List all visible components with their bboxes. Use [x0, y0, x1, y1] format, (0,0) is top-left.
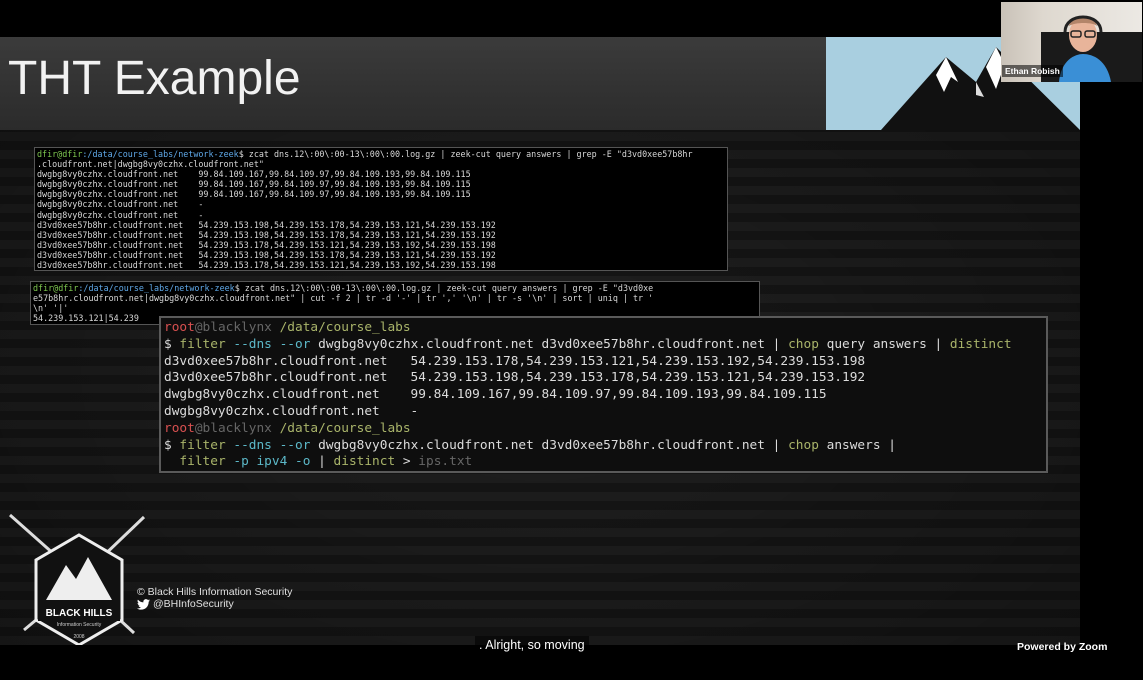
cmd-flags: -p ipv4 -o [225, 454, 311, 470]
terminal-output-row: dwgbg8vy0czhx.cloudfront.net - [37, 199, 204, 210]
cmd-chop: chop [788, 437, 819, 453]
command-continuation: e57b8hr.cloudfront.net|dwgbg8vy0czhx.clo… [33, 293, 654, 304]
terminal-output-row: d3vd0xee57b8hr.cloudfront.net 54.239.153… [164, 370, 866, 386]
prompt-host: @blacklynx [194, 320, 272, 335]
cmd-distinct: distinct [949, 336, 1012, 352]
dollar-sign: $ [164, 437, 180, 453]
cmd-flags: --dns --or [225, 437, 311, 453]
live-caption: . Alright, so moving [475, 636, 589, 654]
prompt-user-root: root [164, 320, 195, 335]
twitter-bird-icon [137, 598, 150, 610]
terminal3-command-1: $ filter --dns --or dwgbg8vy0czhx.cloudf… [164, 337, 1043, 354]
terminal-output-row: d3vd0xee57b8hr.cloudfront.net 54.239.153… [37, 260, 496, 271]
presentation-slide: THT Example dfir@dfir:/data/course_labs/… [0, 37, 1080, 645]
cmd-filter: filter [179, 454, 226, 470]
terminal2-command-line: dfir@dfir:/data/course_labs/network-zeek… [33, 283, 757, 293]
terminal1-command-line: dfir@dfir:/data/course_labs/network-zeek… [37, 149, 725, 159]
command-text: $ zcat dns.12\:00\:00-13\:00\:00.log.gz … [234, 283, 654, 293]
terminal-output-row: d3vd0xee57b8hr.cloudfront.net 54.239.153… [37, 219, 496, 230]
bhis-logo: BLACK HILLS Information Security 2008 [4, 505, 154, 645]
prompt-path: /data/course_labs [271, 420, 411, 436]
terminal3-command-2: $ filter --dns --or dwgbg8vy0czhx.cloudf… [164, 438, 1043, 455]
prompt-path: /data/course_labs [271, 320, 411, 335]
terminal-output-row: d3vd0xee57b8hr.cloudfront.net 54.239.153… [37, 239, 496, 250]
twitter-handle-text: @BHInfoSecurity [153, 598, 234, 610]
cmd-flags: --dns --or [225, 336, 311, 352]
terminal-output-row: d3vd0xee57b8hr.cloudfront.net 54.239.153… [37, 249, 496, 260]
dollar-sign: $ [164, 336, 180, 352]
terminal3-prompt-2: root@blacklynx /data/course_labs [164, 421, 1043, 438]
speaker-name-label: Ethan Robish [1002, 65, 1063, 77]
slide-title: THT Example [8, 52, 301, 105]
terminal-output-row: d3vd0xee57b8hr.cloudfront.net 54.239.153… [37, 229, 496, 240]
terminal-output-row: d3vd0xee57b8hr.cloudfront.net 54.239.153… [164, 353, 866, 369]
prompt-path: :/data/course_labs/network-zeek [82, 149, 239, 159]
terminal-window-zcat-1: dfir@dfir:/data/course_labs/network-zeek… [34, 147, 728, 271]
terminal-window-filter: root@blacklynx /data/course_labs $ filter… [159, 316, 1048, 473]
terminal-output-row: dwgbg8vy0czhx.cloudfront.net - [37, 209, 204, 220]
slide-header: THT Example [0, 37, 826, 130]
terminal-output-row: dwgbg8vy0czhx.cloudfront.net 99.84.109.1… [37, 189, 471, 200]
terminal-output-row: dwgbg8vy0czhx.cloudfront.net 99.84.109.1… [37, 179, 471, 190]
command-continuation: .cloudfront.net|dwgbg8vy0czhx.cloudfront… [37, 159, 264, 170]
twitter-handle: @BHInfoSecurity [137, 598, 234, 610]
logo-year: 2008 [73, 634, 84, 640]
cmd-redirect: > [395, 454, 419, 470]
command-text: $ zcat dns.12\:00\:00-13\:00\:00.log.gz … [238, 149, 693, 159]
prompt-path: :/data/course_labs/network-zeek [78, 283, 235, 293]
terminal-output-row: dwgbg8vy0czhx.cloudfront.net - [164, 403, 419, 419]
terminal3-command-3: filter -p ipv4 -o | distinct > ips.txt [164, 454, 1043, 471]
copyright-text: © Black Hills Information Security [137, 586, 293, 598]
output-filename: ips.txt [418, 454, 473, 470]
terminal-output-row: dwgbg8vy0czhx.cloudfront.net 99.84.109.1… [164, 387, 827, 403]
logo-text: BLACK HILLS [46, 608, 113, 619]
cmd-args: dwgbg8vy0czhx.cloudfront.net d3vd0xee57b… [310, 336, 789, 352]
powered-by-zoom-label: Powered by Zoom [1017, 641, 1108, 653]
cmd-chop-args: answers | [818, 437, 896, 453]
cmd-filter: filter [179, 437, 226, 453]
cmd-chop-args: query answers | [818, 336, 950, 352]
cmd-pipe: | [310, 454, 334, 470]
prompt-user-root: root [164, 420, 195, 436]
logo-subtext: Information Security [57, 622, 102, 628]
terminal-output-row: dwgbg8vy0czhx.cloudfront.net 99.84.109.1… [37, 169, 471, 180]
cmd-filter: filter [179, 336, 226, 352]
bhis-shield-icon: BLACK HILLS Information Security 2008 [9, 513, 146, 645]
cmd-distinct: distinct [333, 454, 396, 470]
command-continuation: \n' '|' [33, 303, 69, 314]
cmd-args: dwgbg8vy0czhx.cloudfront.net d3vd0xee57b… [310, 437, 789, 453]
prompt-user: dfir@dfir [33, 283, 79, 293]
prompt-host: @blacklynx [194, 420, 272, 436]
prompt-user: dfir@dfir [37, 149, 83, 159]
terminal3-prompt: root@blacklynx /data/course_labs [164, 320, 1043, 337]
cmd-chop: chop [788, 336, 819, 352]
